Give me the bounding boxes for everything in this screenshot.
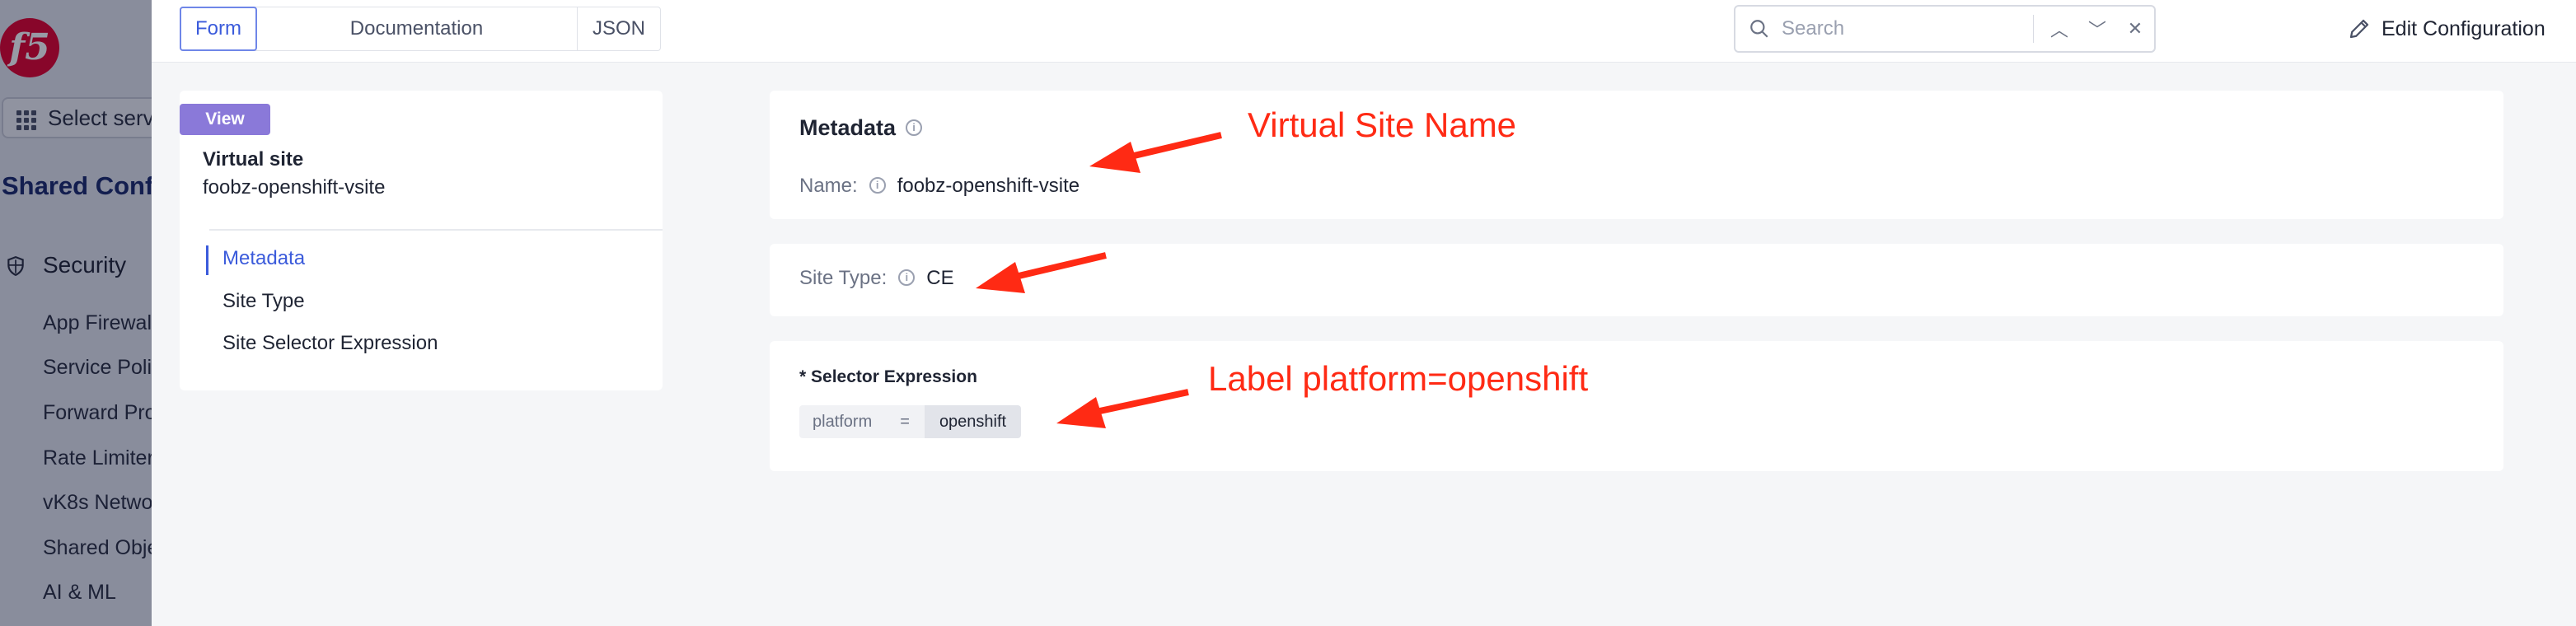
nav-section-security[interactable]: Security [0,252,126,278]
nav-item-ai-ml[interactable]: AI & ML [43,581,116,605]
selector-expression-card: * Selector Expression platform = openshi… [770,341,2503,471]
annotation-label: Label platform=openshift [1208,359,1589,398]
outline-item-site-type[interactable]: Site Type [222,290,305,313]
search-placeholder: Search [1782,17,1845,40]
outline-divider [209,229,663,231]
tab-form[interactable]: Form [180,7,257,51]
outline-panel: View Virtual site foobz-openshift-vsite … [180,91,663,390]
nav-item-forward-proxy[interactable]: Forward Pro [43,401,152,425]
name-label: Name: [799,175,858,197]
label-value: openshift [924,405,1022,438]
nav-section-label: Security [43,252,127,278]
search-input[interactable]: Search ︿ ﹀ ✕ [1734,5,2156,53]
name-field: Name: i foobz-openshift-vsite [799,175,1080,198]
nav-item-vk8s-network[interactable]: vK8s Netwo [43,491,152,515]
select-service-button[interactable]: Select serv [2,97,152,138]
search-icon [1750,20,1768,38]
metadata-title-text: Metadata [799,115,897,140]
top-bar: Form Documentation JSON Search ︿ ﹀ ✕ Edi… [152,0,2576,63]
annotation-virtual-site-name: Virtual Site Name [1248,105,1517,144]
outline-item-site-selector-expression[interactable]: Site Selector Expression [222,332,438,355]
shield-icon [7,256,24,277]
info-icon[interactable]: i [906,119,923,136]
tab-json[interactable]: JSON [578,7,660,50]
label-key: platform [799,405,886,438]
select-service-label: Select serv [48,105,152,130]
chevron-up-icon[interactable]: ︿ [2040,16,2078,42]
active-indicator [206,245,208,275]
edit-configuration-button[interactable]: Edit Configuration [2345,0,2546,58]
f5-logo: f5 [0,18,59,77]
site-type-field: Site Type: i CE [799,267,954,290]
edit-configuration-label: Edit Configuration [2382,17,2546,40]
selector-expression-title: * Selector Expression [799,367,977,386]
view-tabs: Form Documentation JSON [180,7,661,51]
info-icon[interactable]: i [898,269,916,286]
nav-item-app-firewall[interactable]: App Firewal [43,311,152,335]
view-badge: View [180,104,270,135]
nav-item-rate-limiter[interactable]: Rate Limiter [43,446,152,470]
site-type-label: Site Type: [799,267,888,289]
pencil-icon [2349,19,2369,39]
label-operator: = [885,405,925,438]
workspace-title: Shared Conf [2,171,152,200]
grid-icon [16,110,36,130]
name-value: foobz-openshift-vsite [897,175,1080,197]
chevron-down-icon[interactable]: ﹀ [2078,16,2116,42]
nav-item-service-policies[interactable]: Service Poli [43,356,152,380]
info-icon[interactable]: i [869,176,886,194]
site-type-card: Site Type: i CE [770,244,2503,316]
nav-item-shared-objects[interactable]: Shared Obje [43,536,152,560]
left-navigation: f5 Select serv Shared Conf Security App … [0,0,152,626]
close-icon[interactable]: ✕ [2116,18,2154,40]
metadata-card: Metadata i Name: i foobz-openshift-vsite [770,91,2503,219]
tab-documentation[interactable]: Documentation [256,7,578,50]
object-name: foobz-openshift-vsite [203,176,386,199]
label-selector-chip: platform = openshift [799,405,1022,438]
site-type-value: CE [926,267,954,289]
metadata-title: Metadata i [799,115,923,141]
search-controls: ︿ ﹀ ✕ [2033,15,2154,43]
object-type-label: Virtual site [203,148,304,171]
outline-item-metadata[interactable]: Metadata [222,247,305,270]
